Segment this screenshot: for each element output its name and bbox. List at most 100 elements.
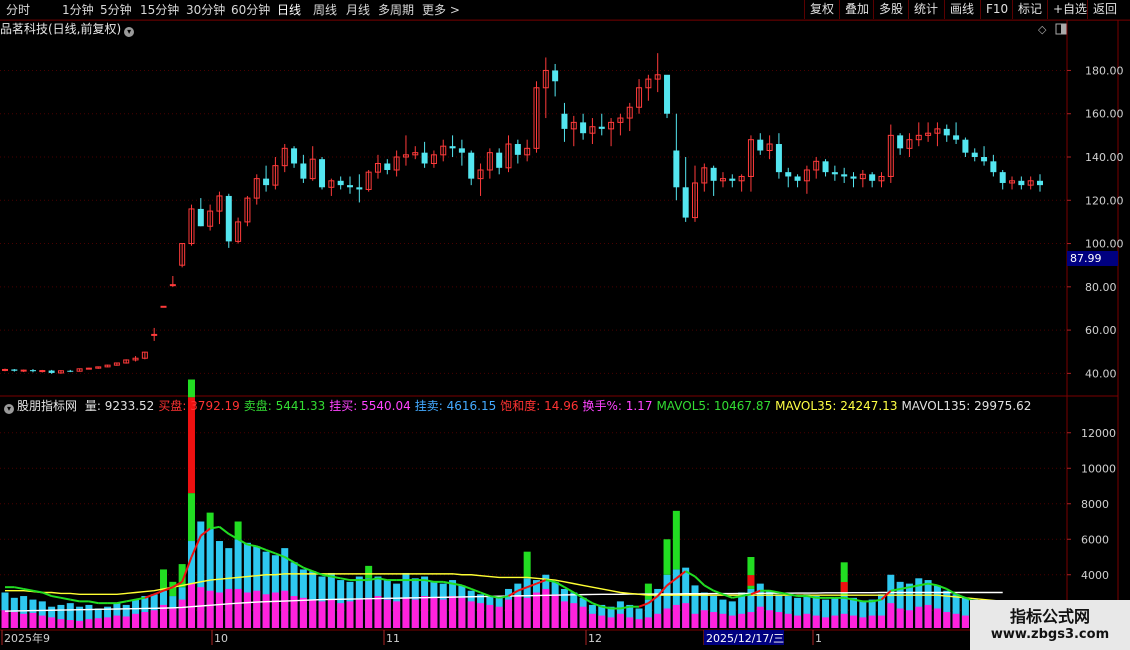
kline-chart[interactable]: 180.00160.00140.00120.00100.0080.0060.00… <box>0 0 1130 650</box>
candle-body <box>225 195 232 242</box>
candle-body <box>496 152 503 168</box>
candle-body <box>39 370 46 373</box>
volume-bar-buy <box>868 615 876 628</box>
candle-body <box>757 139 764 151</box>
volume-tick-label: 12000 <box>1081 427 1116 440</box>
volume-bar-buy <box>29 612 37 628</box>
candle-body <box>29 370 36 372</box>
candle-body <box>356 187 363 190</box>
volume-bar-buy <box>812 615 820 628</box>
volume-bar-green <box>234 521 242 540</box>
volume-bar-buy <box>579 606 587 628</box>
indicator-value-3: 挂买: 5540.04 <box>329 399 411 413</box>
candle-body <box>990 161 997 173</box>
volume-bar-buy <box>1 610 9 628</box>
indicator-value-5: 饱和度: 14.96 <box>500 399 579 413</box>
mavol5-segment <box>60 596 71 601</box>
candle-body <box>468 152 475 179</box>
candle-body <box>664 74 671 114</box>
candle-body <box>300 163 307 179</box>
volume-bar-buy <box>766 610 774 628</box>
volume-bar-buy <box>178 599 186 628</box>
volume-bar-green <box>663 539 671 575</box>
volume-bar-buy <box>896 608 904 628</box>
volume-bar-buy <box>710 612 718 628</box>
candle-body <box>514 144 521 155</box>
indicator-menu-icon[interactable]: ▾ <box>4 404 14 414</box>
indicator-name[interactable]: 股朋指标网 <box>17 399 77 413</box>
volume-bar-buy <box>933 608 941 628</box>
candle-body <box>85 367 92 370</box>
volume-bar-buy <box>150 610 158 628</box>
indicator-value-4: 挂卖: 4616.15 <box>414 399 497 413</box>
volume-bar-buy <box>374 596 382 628</box>
volume-bar-buy <box>784 613 792 628</box>
candle-body <box>794 176 801 181</box>
volume-bar-buy <box>924 604 932 628</box>
volume-bar-buy <box>616 613 624 628</box>
candle-body <box>673 150 680 188</box>
volume-bar-buy <box>831 615 839 628</box>
volume-bar-buy <box>775 612 783 628</box>
candle-body <box>291 148 298 164</box>
volume-bar-buy <box>253 590 261 628</box>
volume-bar-buy <box>728 615 736 628</box>
mavol5-segment <box>694 575 706 587</box>
volume-tick-label: 8000 <box>1081 498 1109 511</box>
volume-bar-buy <box>756 606 764 628</box>
volume-bar-buy <box>169 608 177 628</box>
mavol5-segment <box>70 598 80 603</box>
volume-bar-buy <box>877 615 885 628</box>
date-label: 2025/12/17/三 <box>706 632 784 645</box>
candle-body <box>458 148 465 153</box>
mavol5-segment <box>51 595 62 599</box>
volume-bar-buy <box>700 610 708 628</box>
volume-bar-green <box>206 512 214 529</box>
volume-bar-buy <box>905 610 913 628</box>
date-label: 12 <box>588 632 602 645</box>
volume-bar-buy <box>281 590 289 628</box>
candle-body <box>1018 180 1025 186</box>
volume-bar-buy <box>76 620 84 628</box>
volume-bar-buy <box>467 601 475 628</box>
volume-bar-buy <box>206 590 214 628</box>
volume-bar-buy <box>430 597 438 628</box>
volume-bar-buy <box>271 592 279 628</box>
mavol5-segment <box>116 600 127 605</box>
volume-bar-buy <box>477 603 485 628</box>
candle-body <box>421 152 428 164</box>
volume-bar-buy <box>113 615 121 628</box>
date-label: 11 <box>386 632 400 645</box>
candle-body <box>850 176 857 179</box>
diamond-icon: ◇ <box>1038 23 1047 36</box>
mavol5-segment <box>218 526 230 535</box>
volume-tick-label: 4000 <box>1081 569 1109 582</box>
volume-bar-buy <box>840 613 848 628</box>
volume-bar-buy <box>598 615 606 628</box>
volume-bar-buy <box>514 596 522 628</box>
volume-bar-green <box>160 569 168 591</box>
candle-body <box>67 370 74 372</box>
candle-body <box>841 174 848 177</box>
volume-bar-red <box>747 575 755 586</box>
volume-bar-buy <box>532 592 540 628</box>
date-label: 2025年9 <box>4 631 50 645</box>
candle-body <box>682 187 689 218</box>
price-tick-label: 40.00 <box>1085 367 1117 380</box>
volume-bar-buy <box>570 603 578 628</box>
volume-bar-buy <box>663 608 671 628</box>
date-label: 10 <box>214 632 228 645</box>
volume-bar-buy <box>66 620 74 628</box>
candle-body <box>160 305 167 308</box>
volume-bar-green <box>187 379 195 398</box>
volume-bar-buy <box>234 588 242 628</box>
volume-bar-buy <box>215 592 223 628</box>
candle-body <box>710 167 717 181</box>
volume-bar-green <box>187 493 195 542</box>
watermark-url: www.zbgs3.com <box>990 627 1110 642</box>
price-tick-label: 80.00 <box>1085 281 1117 294</box>
volume-bar-buy <box>355 599 363 628</box>
volume-bar-buy <box>48 617 56 628</box>
mavol5-segment <box>340 577 351 582</box>
volume-bar-buy <box>365 597 373 628</box>
